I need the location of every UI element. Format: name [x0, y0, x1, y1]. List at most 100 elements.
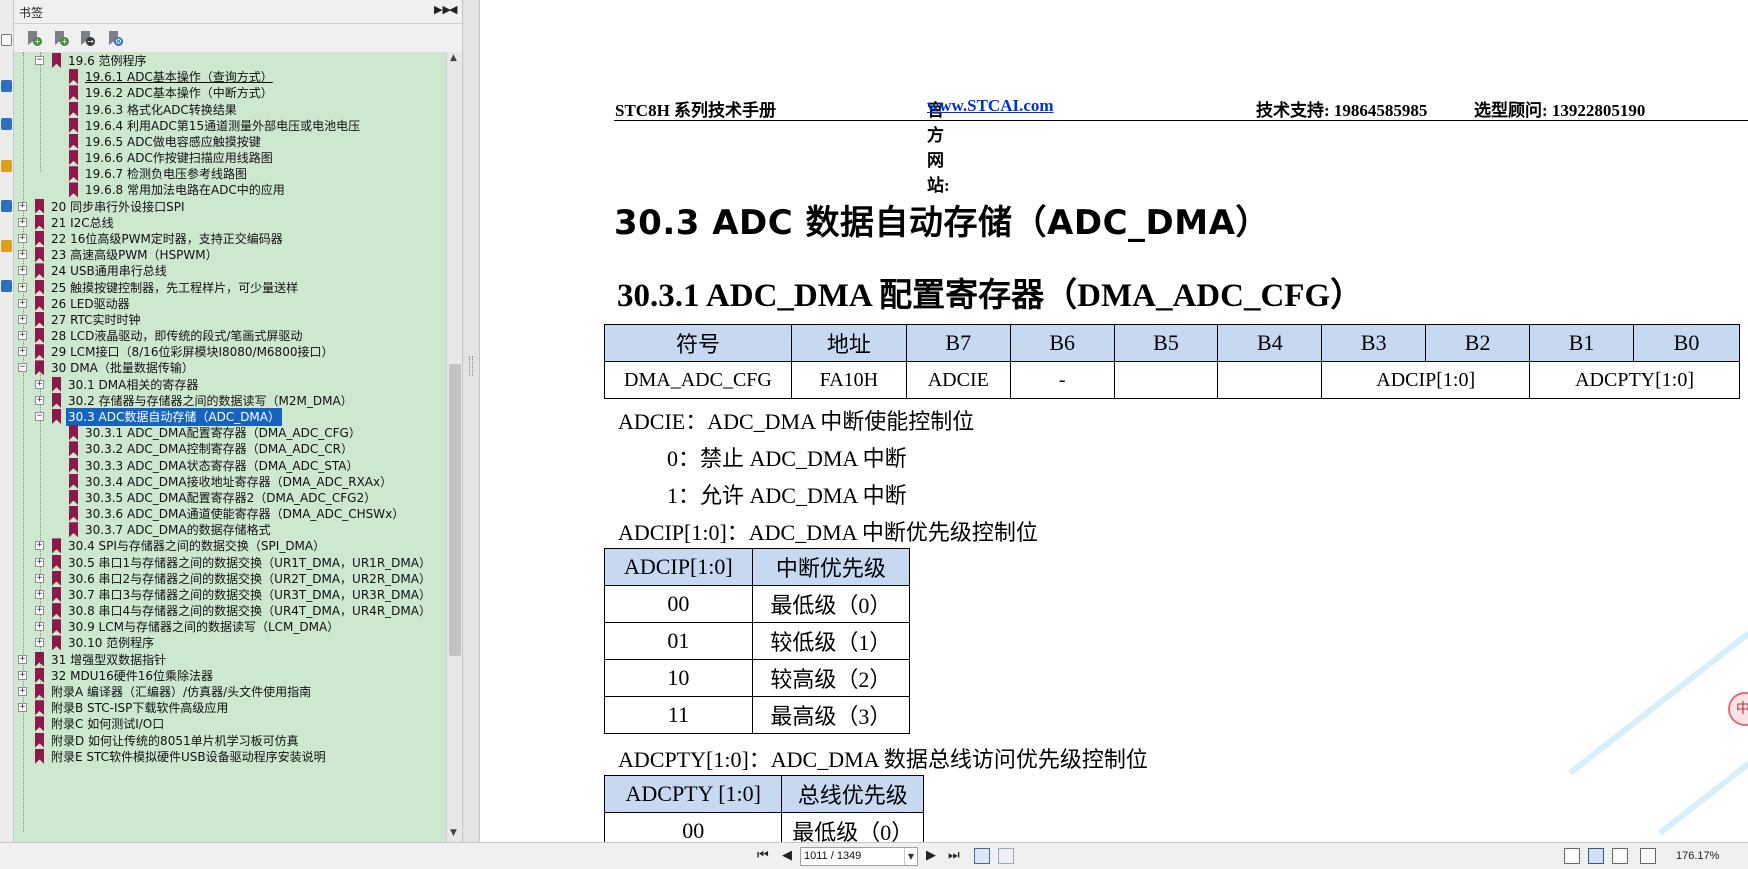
bookmark-tree: −19.6 范例程序 19.6.1 ADC基本操作（查询方式） 19.6.2 ADC…	[14, 52, 446, 842]
table-cell: 较高级（2）	[751, 659, 911, 697]
expand-icon[interactable]: +	[35, 395, 44, 405]
table-cell	[1217, 361, 1323, 399]
page-number-input[interactable]: 1011 / 1349	[800, 847, 918, 866]
link-icon[interactable]	[1, 200, 12, 212]
table-cell: 10	[604, 659, 753, 697]
bookmark-icon	[69, 425, 78, 441]
bookmark-icon	[52, 635, 61, 651]
table-cell: B1	[1529, 324, 1634, 362]
expand-icon[interactable]: +	[35, 606, 44, 616]
table-cell: 最低级（0）	[751, 585, 911, 623]
expand-icon[interactable]: +	[18, 331, 27, 341]
goto-bookmark-button[interactable]: →	[77, 28, 97, 48]
bookmark-icon	[69, 489, 78, 505]
expand-icon[interactable]: +	[18, 314, 27, 324]
bookmark-icon	[35, 214, 44, 230]
expand-icon[interactable]: +	[18, 282, 27, 292]
bookmark-icon	[35, 748, 44, 764]
expand-icon[interactable]: +	[35, 638, 44, 648]
page-icon[interactable]	[1, 34, 12, 46]
expand-icon[interactable]: +	[18, 298, 27, 308]
expand-icon[interactable]: +	[35, 589, 44, 599]
document-page: STC8H 系列技术手册 官方网站: www.STCAI.com 技术支持: 1…	[480, 0, 1748, 842]
prev-page-button[interactable]: ◀	[782, 849, 792, 863]
scroll-thumb[interactable]	[449, 364, 461, 656]
expand-icon[interactable]: +	[18, 201, 27, 211]
last-page-button[interactable]: ⏭	[948, 849, 960, 863]
bookmark-icon	[69, 101, 78, 117]
tree-guide-line	[40, 52, 41, 172]
site-link[interactable]: www.STCAI.com	[927, 96, 1054, 116]
expand-icon[interactable]: +	[18, 250, 27, 260]
collapse-icon[interactable]: −	[35, 56, 44, 65]
bookmark-icon	[52, 408, 61, 424]
panel-splitter[interactable]	[462, 0, 480, 842]
bookmark-icon	[52, 554, 61, 570]
expand-icon[interactable]: +	[18, 703, 27, 713]
expand-icon[interactable]: +	[18, 347, 27, 357]
bookmark-icon	[69, 69, 78, 85]
lock-icon[interactable]	[1, 240, 12, 252]
table-cell: B7	[905, 324, 1011, 362]
first-page-button[interactable]: ⏮	[757, 849, 769, 863]
tree-scrollbar[interactable]: ▲ ▼	[446, 52, 462, 842]
bookmark-icon	[35, 328, 44, 344]
bookmark-icon	[52, 570, 61, 586]
pen-icon[interactable]	[1, 280, 12, 292]
expand-icon[interactable]: +	[18, 266, 27, 276]
scroll-down-icon[interactable]: ▼	[450, 828, 457, 838]
expand-bookmarks-button[interactable]: +	[24, 28, 44, 48]
tree-guide-line	[23, 52, 24, 832]
bookmark-icon	[35, 198, 44, 214]
expand-icon[interactable]: +	[18, 654, 27, 664]
manual-title: STC8H 系列技术手册	[615, 101, 777, 120]
splitter-grip-icon[interactable]	[469, 356, 473, 376]
bookmark-icon	[69, 473, 78, 489]
edit-icon[interactable]	[1, 118, 12, 130]
watermark-stroke	[1568, 573, 1748, 776]
bookmark-icon	[35, 344, 44, 360]
expand-icon[interactable]: +	[35, 557, 44, 567]
bookmark-settings-button[interactable]: ⚙	[105, 28, 125, 48]
fit-width-icon[interactable]	[1640, 848, 1656, 864]
expand-icon[interactable]: +	[18, 670, 27, 680]
bookmark-icon	[69, 522, 78, 538]
chevron-down-icon[interactable]: ▼	[904, 848, 917, 865]
expand-icon[interactable]: +	[18, 217, 27, 227]
two-page-icon[interactable]	[1612, 848, 1628, 864]
add-bookmark-button[interactable]: +	[51, 28, 71, 48]
single-page-icon[interactable]	[1564, 848, 1580, 864]
paste-page-icon[interactable]	[998, 848, 1014, 864]
table-cell: B4	[1217, 324, 1323, 362]
expand-icon[interactable]: +	[35, 379, 44, 389]
expand-icon[interactable]: +	[35, 541, 44, 551]
collapse-icon[interactable]: −	[18, 363, 27, 373]
next-page-button[interactable]: ▶	[926, 849, 936, 863]
table-cell: B3	[1321, 324, 1427, 362]
adcip-header-row: ADCIP[1:0] 中断优先级	[604, 548, 911, 586]
bookmark-icon	[69, 150, 78, 166]
panel-header: 书签 ▶▶ ◀	[14, 0, 462, 24]
bookmark-label: 附录E STC软件模拟硬件USB设备驱动程序安装说明	[51, 749, 326, 764]
panel-collapse-icon[interactable]: ◀	[449, 3, 457, 16]
expand-icon[interactable]: +	[18, 687, 27, 697]
scroll-up-icon[interactable]: ▲	[450, 53, 457, 63]
bookmark-icon	[52, 53, 61, 68]
table-cell: 总线优先级	[781, 775, 924, 813]
zoom-level[interactable]: 176.17%	[1676, 850, 1719, 862]
bookmark-icon	[52, 376, 61, 392]
floating-assistant-button[interactable]: 中	[1728, 692, 1748, 726]
copy-page-icon[interactable]	[974, 848, 990, 864]
comment-icon[interactable]	[1, 160, 12, 172]
expand-icon[interactable]: +	[18, 233, 27, 243]
continuous-page-icon[interactable]	[1588, 848, 1604, 864]
bookmark-panel: 书签 ▶▶ ◀ + + → ⚙ −19.6 范例程序 19.6.1 ADC基本操作（查询…	[14, 0, 462, 842]
header-rule	[614, 120, 1748, 121]
bookmark-icon	[35, 263, 44, 279]
bookmark-icon	[52, 392, 61, 408]
layers-icon[interactable]	[1, 80, 12, 92]
table-row: 00 最低级（0）	[603, 812, 924, 842]
collapse-icon[interactable]: −	[35, 411, 44, 421]
expand-icon[interactable]: +	[35, 622, 44, 632]
expand-icon[interactable]: +	[35, 573, 44, 583]
